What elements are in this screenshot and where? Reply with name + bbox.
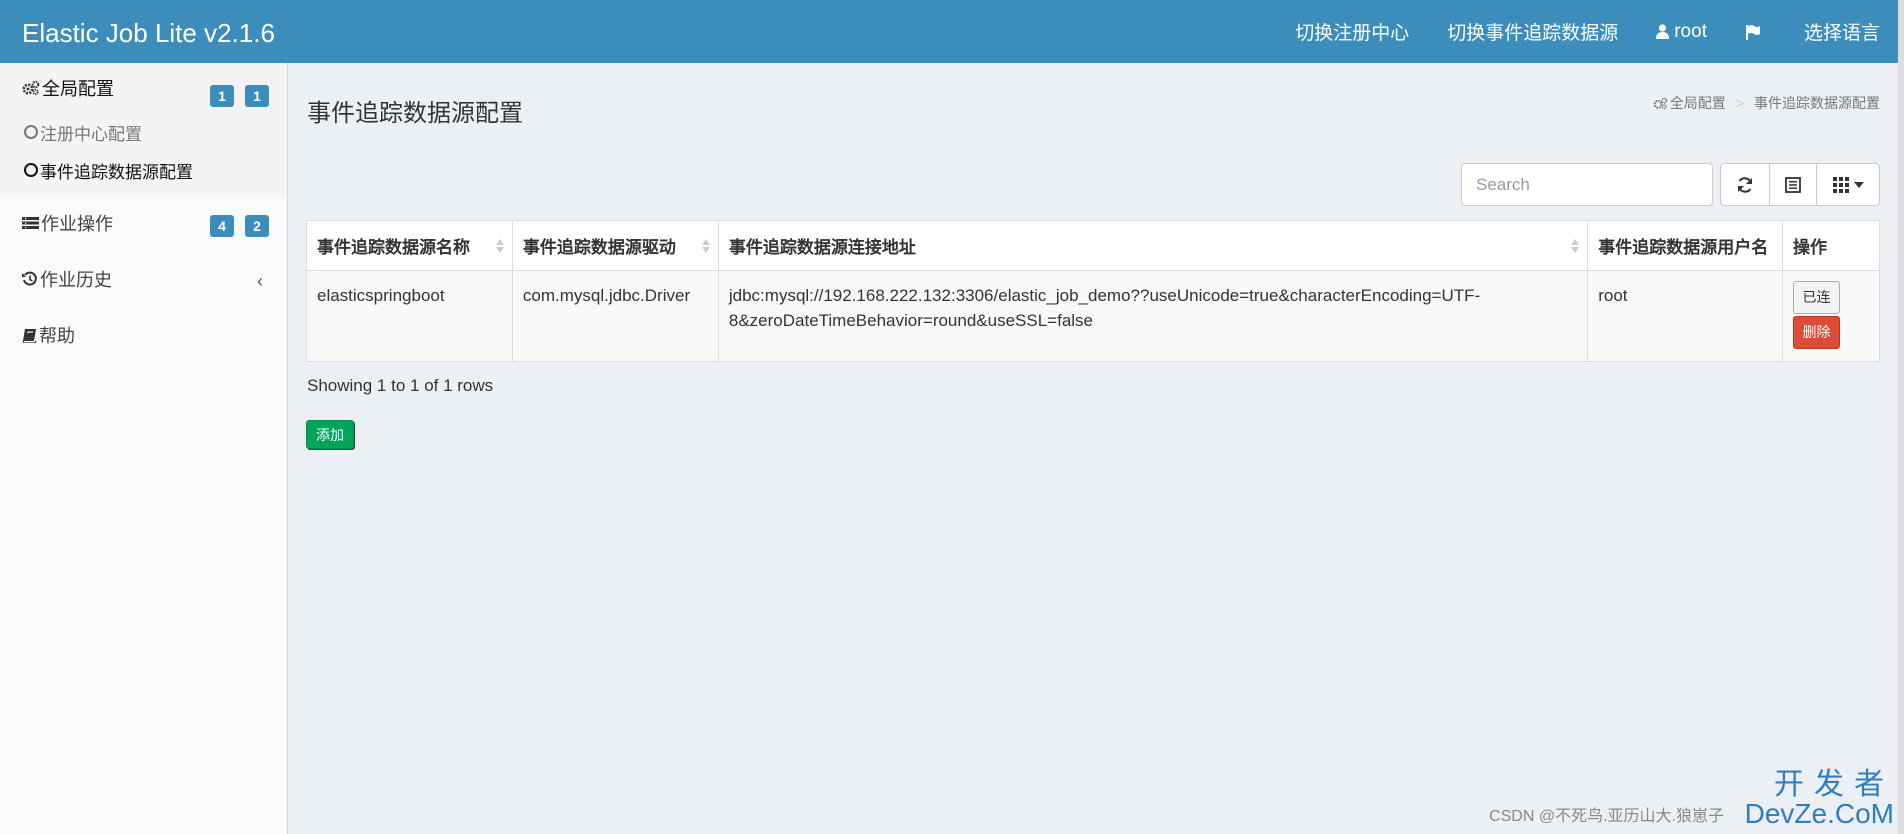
user-name: root (1674, 20, 1707, 42)
watermark-domain: DevZe.CoM (1744, 798, 1894, 829)
add-button[interactable]: 添加 (306, 420, 354, 449)
cell-driver: com.mysql.jdbc.Driver (511, 270, 719, 362)
page-title: 事件追踪数据源配置 (307, 100, 523, 127)
language-select[interactable]: 选择语言 (1804, 18, 1880, 45)
column-header-driver[interactable]: 事件追踪数据源驱动 (511, 220, 719, 271)
app-logo[interactable]: Elastic Job Lite v2.1.6 (22, 18, 275, 49)
table-row: elasticspringboot com.mysql.jdbc.Driver … (306, 270, 1880, 362)
user-menu[interactable]: root (1656, 21, 1707, 43)
refresh-button[interactable] (1720, 163, 1770, 206)
sort-icon (701, 239, 710, 253)
count-badge: 2 (245, 215, 269, 237)
column-header-label: 操作 (1793, 238, 1828, 257)
main-content: 事件追踪数据源配置 全局配置 > 事件追踪数据源配置 事件追踪数据源名称 (289, 63, 1904, 834)
cell-actions: 已连 删除 (1782, 270, 1880, 362)
history-icon (22, 271, 38, 287)
sidebar-group-global-config: 全局配置 1 1 注册中心配置 事件追踪数据源配置 (0, 63, 287, 195)
flag-button[interactable] (1745, 24, 1766, 40)
column-header-label: 事件追踪数据源连接地址 (728, 238, 916, 257)
sort-icon (495, 239, 504, 253)
switch-registry-link[interactable]: 切换注册中心 (1295, 18, 1409, 45)
column-header-label: 事件追踪数据源用户名 (1598, 238, 1769, 257)
breadcrumb-separator: > (1735, 95, 1744, 111)
count-badge: 4 (210, 215, 234, 237)
sidebar-item-label: 事件追踪数据源配置 (40, 162, 193, 182)
pagination-info: Showing 1 to 1 of 1 rows (307, 376, 494, 395)
sidebar-item-registry-config[interactable]: 注册中心配置 (0, 113, 287, 151)
toggle-view-button[interactable] (1769, 163, 1817, 206)
breadcrumb: 全局配置 > 事件追踪数据源配置 (1653, 93, 1880, 113)
sidebar-item-job-history[interactable]: 作业历史 ‹ (0, 251, 287, 307)
top-header: Elastic Job Lite v2.1.6 切换注册中心 切换事件追踪数据源… (0, 0, 1904, 63)
csdn-watermark: CSDN @不死鸟.亚历山大.狼崽子 (1489, 808, 1724, 825)
count-badge: 1 (245, 85, 269, 107)
column-header-url[interactable]: 事件追踪数据源连接地址 (717, 220, 1589, 271)
search-input[interactable] (1461, 163, 1713, 206)
sidebar: 全局配置 1 1 注册中心配置 事件追踪数据源配置 作业操作 4 2 作业历史 … (0, 63, 288, 834)
global-config-submenu: 注册中心配置 事件追踪数据源配置 (0, 113, 287, 195)
columns-dropdown-button[interactable] (1816, 163, 1880, 206)
refresh-icon (1738, 176, 1752, 193)
list-icon (22, 216, 39, 230)
sidebar-item-label: 作业历史 (40, 270, 112, 290)
sidebar-item-global-config[interactable]: 全局配置 1 1 (0, 63, 287, 113)
gears-icon (22, 80, 40, 96)
table-toolbar (1461, 163, 1880, 206)
circle-icon (24, 125, 38, 139)
watermark-title: 开发者 (1774, 768, 1894, 801)
cell-url-line2: 8&zeroDateTimeBehavior=round&useSSL=fals… (728, 311, 1094, 330)
global-config-badges: 1 1 (199, 85, 269, 107)
circle-icon (24, 163, 38, 177)
sidebar-item-label: 全局配置 (42, 79, 114, 99)
site-watermark: 开发者 DevZe.CoM (1745, 770, 1894, 828)
gears-icon (1653, 97, 1668, 110)
column-header-name[interactable]: 事件追踪数据源名称 (306, 220, 513, 271)
language-label: 选择语言 (1803, 23, 1880, 44)
datasource-table: 事件追踪数据源名称 事件追踪数据源驱动 事件追踪数据源连接地址 事件追踪数据源用… (306, 220, 1880, 362)
cell-url-line1: jdbc:mysql://192.168.222.132:3306/elasti… (728, 286, 1481, 305)
sidebar-item-datasource-config[interactable]: 事件追踪数据源配置 (0, 151, 287, 189)
cell-url: jdbc:mysql://192.168.222.132:3306/elasti… (717, 270, 1589, 362)
job-ops-badges: 4 2 (199, 215, 269, 237)
top-nav: 切换注册中心 切换事件追踪数据源 root 选择语言 (1257, 0, 1880, 63)
column-header-actions: 操作 (1782, 220, 1880, 271)
sidebar-item-label: 作业操作 (41, 214, 113, 234)
switch-datasource-link[interactable]: 切换事件追踪数据源 (1447, 18, 1618, 45)
page-scrollbar[interactable] (1898, 0, 1904, 834)
list-alt-icon (1785, 176, 1801, 193)
sidebar-item-help[interactable]: 帮助 (0, 307, 287, 363)
cell-username: root (1587, 270, 1784, 362)
cell-name: elasticspringboot (306, 270, 513, 362)
book-icon (22, 328, 37, 343)
delete-button[interactable]: 删除 (1793, 316, 1841, 349)
connected-button[interactable]: 已连 (1793, 281, 1841, 314)
sidebar-item-job-operations[interactable]: 作业操作 4 2 (0, 195, 287, 251)
toolbar-button-group (1720, 163, 1880, 206)
chevron-left-icon: ‹ (257, 271, 263, 291)
sidebar-item-label: 注册中心配置 (40, 124, 142, 144)
sidebar-item-label: 帮助 (39, 326, 75, 346)
table-header-row: 事件追踪数据源名称 事件追踪数据源驱动 事件追踪数据源连接地址 事件追踪数据源用… (306, 220, 1880, 271)
flag-icon (1745, 24, 1760, 40)
breadcrumb-root[interactable]: 全局配置 (1670, 93, 1726, 113)
user-icon (1656, 24, 1670, 39)
sort-icon (1571, 239, 1580, 253)
column-header-label: 事件追踪数据源驱动 (522, 238, 676, 257)
breadcrumb-current: 事件追踪数据源配置 (1754, 95, 1880, 111)
grid-icon (1832, 176, 1849, 193)
switch-registry-label: 切换注册中心 (1295, 23, 1410, 44)
count-badge: 1 (210, 85, 234, 107)
caret-down-icon (1853, 181, 1864, 188)
column-header-username[interactable]: 事件追踪数据源用户名 (1587, 220, 1784, 271)
column-header-label: 事件追踪数据源名称 (317, 238, 470, 257)
switch-datasource-label: 切换事件追踪数据源 (1447, 23, 1619, 44)
